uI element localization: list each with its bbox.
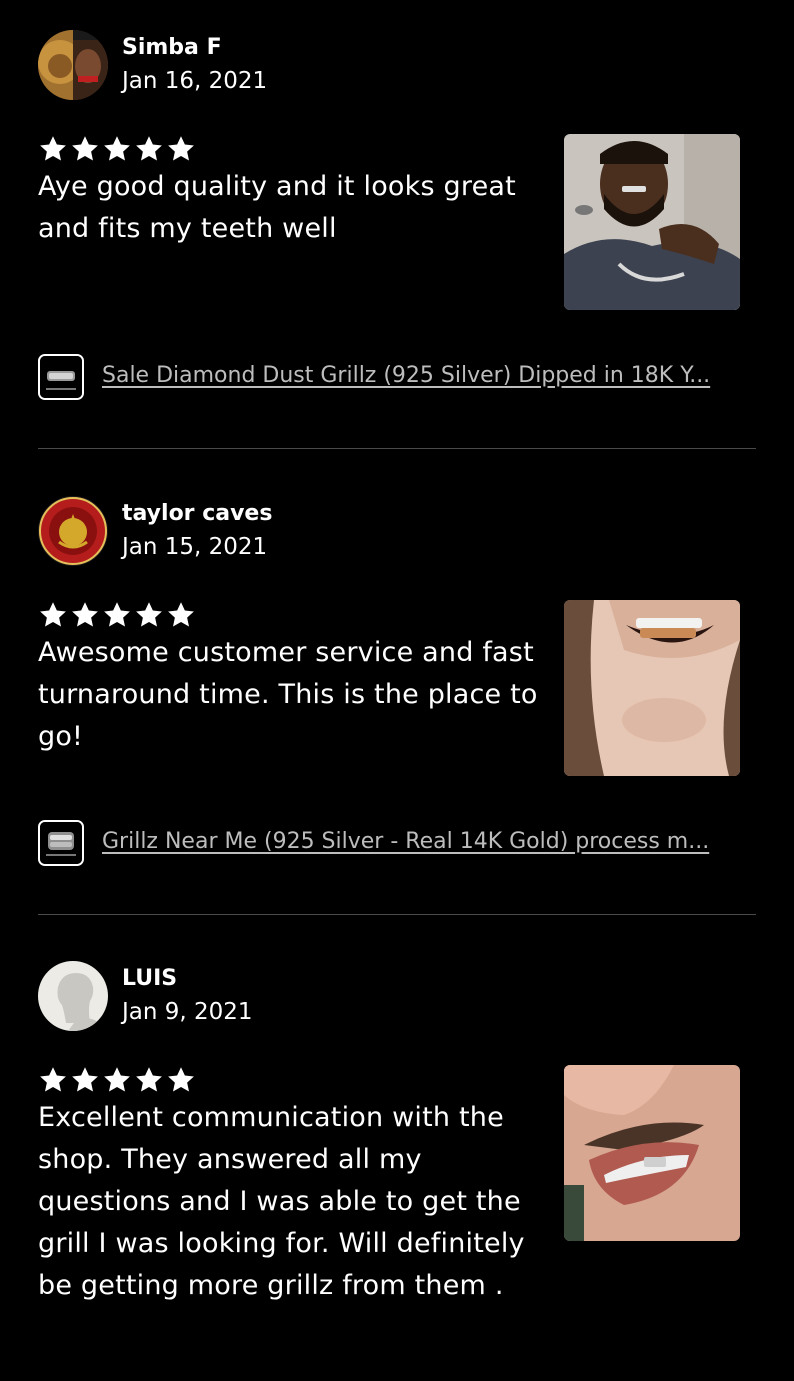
reviewer-info: LUIS Jan 9, 2021	[38, 961, 438, 1031]
star-icon	[102, 1065, 132, 1095]
reviewer-name[interactable]: LUIS	[122, 965, 177, 993]
marine-emblem-avatar-image	[38, 496, 108, 566]
review-date: Jan 15, 2021	[122, 534, 268, 560]
star-icon	[70, 1065, 100, 1095]
review-photo[interactable]	[564, 600, 740, 776]
item-title-link[interactable]: Sale Diamond Dust Grillz (925 Silver) Di…	[102, 362, 756, 390]
review-text: Awesome customer service and fast turnar…	[38, 637, 538, 752]
item-thumbnail	[38, 820, 84, 866]
review-card: Simba F Jan 16, 2021 Aye good quality an…	[38, 30, 756, 440]
star-icon	[38, 600, 68, 630]
avatar[interactable]	[38, 961, 108, 1031]
reviewer-name[interactable]: Simba F	[122, 34, 222, 62]
star-icon	[134, 1065, 164, 1095]
review-card: taylor caves Jan 15, 2021 Awesome custom…	[38, 496, 756, 906]
star-icon	[134, 134, 164, 164]
star-icon	[102, 134, 132, 164]
avatar[interactable]	[38, 496, 108, 566]
star-rating	[38, 1065, 196, 1095]
review-date: Jan 16, 2021	[122, 68, 268, 94]
grillz-thumbnail-image	[40, 822, 82, 864]
star-icon	[102, 600, 132, 630]
avatar[interactable]	[38, 30, 108, 100]
purchased-item-link[interactable]: Grillz Near Me (925 Silver - Real 14K Go…	[38, 820, 756, 870]
review-card: LUIS Jan 9, 2021 Excellent communication…	[38, 961, 756, 1381]
star-icon	[70, 134, 100, 164]
grillz-thumbnail-image	[40, 356, 82, 398]
star-rating	[38, 600, 196, 630]
review-text: Aye good quality and it looks great and …	[38, 171, 516, 244]
reviewer-info: Simba F Jan 16, 2021	[38, 30, 438, 100]
review-photo[interactable]	[564, 134, 740, 310]
star-icon	[166, 1065, 196, 1095]
reviewer-info: taylor caves Jan 15, 2021	[38, 496, 438, 566]
divider	[38, 448, 756, 449]
star-icon	[166, 134, 196, 164]
review-date: Jan 9, 2021	[122, 999, 253, 1025]
lion-face-avatar-image	[38, 30, 108, 100]
star-icon	[70, 600, 100, 630]
reviewer-name[interactable]: taylor caves	[122, 500, 272, 528]
star-icon	[38, 1065, 68, 1095]
star-icon	[166, 600, 196, 630]
purchased-item-link[interactable]: Sale Diamond Dust Grillz (925 Silver) Di…	[38, 354, 756, 404]
item-thumbnail	[38, 354, 84, 400]
customer-photo-image	[564, 1065, 740, 1241]
person-silhouette-icon	[38, 961, 108, 1031]
star-icon	[134, 600, 164, 630]
review-photo[interactable]	[564, 1065, 740, 1241]
review-text: Excellent communication with the shop. T…	[38, 1102, 525, 1301]
star-icon	[38, 134, 68, 164]
customer-photo-image	[564, 134, 740, 310]
item-title-link[interactable]: Grillz Near Me (925 Silver - Real 14K Go…	[102, 828, 756, 856]
divider	[38, 914, 756, 915]
customer-photo-image	[564, 600, 740, 776]
star-rating	[38, 134, 196, 164]
